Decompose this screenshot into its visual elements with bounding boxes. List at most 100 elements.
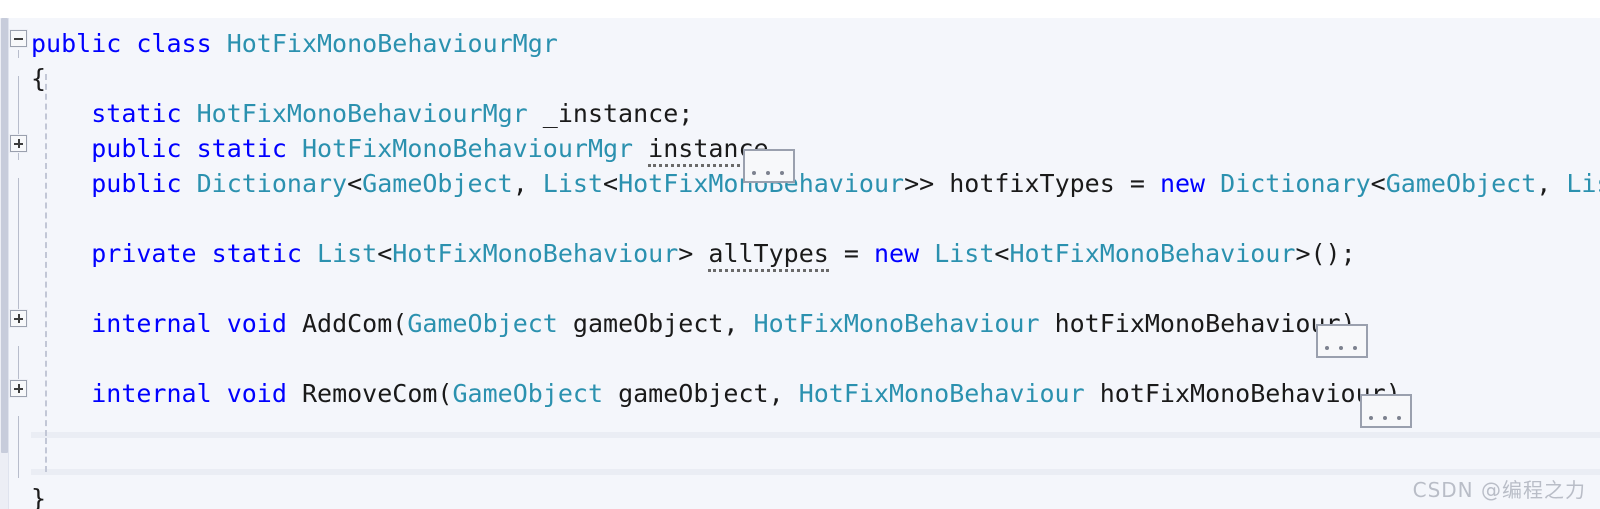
collapsed-region-instance[interactable] [743,149,795,183]
code-token: List [317,239,378,268]
code-token: > [678,239,709,268]
code-token: Lis [1566,169,1600,198]
code-token: >> hotfixTypes = [904,169,1160,198]
fold-connector-line [18,178,19,328]
vertical-scrollbar-track[interactable] [0,18,9,509]
plus-icon [18,139,20,148]
code-token: _instance; [527,99,694,128]
code-token: { [31,64,47,93]
code-token: < [603,169,619,198]
code-token: static [91,99,182,128]
code-token: GameObject [1385,169,1537,198]
code-line: } [31,481,46,509]
csdn-watermark: CSDN @编程之力 [1412,478,1586,502]
code-line: { [31,61,46,96]
code-line: private static List<HotFixMonoBehaviour>… [31,236,1356,272]
code-token: public [91,134,182,163]
code-token: GameObject [452,379,604,408]
code-line: static HotFixMonoBehaviourMgr _instance; [31,96,693,131]
code-token: void [226,309,287,338]
code-token: } [31,484,47,509]
code-token: internal [91,309,212,338]
code-token: HotFixMonoBehaviourMgr [301,134,634,163]
fold-connector-line [18,50,19,58]
code-token: public [31,29,122,58]
code-token: HotFixMonoBehaviour [392,239,679,268]
code-token: HotFixMonoBehaviour [798,379,1085,408]
code-token: < [1370,169,1386,198]
code-token: AddCom( [286,309,408,338]
code-token: HotFixMonoBehaviour [1009,239,1296,268]
code-text-area[interactable]: public class HotFixMonoBehaviourMgr { sta… [31,18,1600,509]
code-line: public class HotFixMonoBehaviourMgr [31,26,558,61]
fold-connector-line [18,416,19,478]
code-token: , [512,169,543,198]
code-token: gameObject, [603,379,799,408]
code-token: class [136,29,212,58]
indent-guide [45,438,47,472]
code-token: internal [91,379,212,408]
code-token: Dictionary [196,169,348,198]
fold-gutter[interactable] [9,18,31,509]
fold-marker-collapse-class[interactable] [10,30,27,47]
code-token: Dictionary [1220,169,1371,198]
code-token: HotFixMonoBehaviourMgr [226,29,558,58]
code-token: GameObject [407,309,558,338]
code-token: private [91,239,197,268]
code-token: < [377,239,393,268]
code-token: hotFixMonoBehaviour) [1039,309,1356,338]
code-token: public [91,169,182,198]
code-token: RemoveCom( [286,379,453,408]
code-token: static [211,239,302,268]
collapsed-region-removecom[interactable] [1360,394,1412,428]
fold-marker-expand-instance[interactable] [10,135,27,152]
code-token: , [1536,169,1567,198]
code-line: public static HotFixMonoBehaviourMgr ins… [31,131,769,167]
fold-marker-expand-removecom[interactable] [10,380,27,397]
ellipsis-dot-icon [780,171,784,175]
code-token: gameObject, [557,309,754,338]
code-token: < [347,169,363,198]
fold-marker-expand-addcom[interactable] [10,310,27,327]
code-token: new [873,239,920,268]
ellipsis-dot-icon [1383,416,1387,420]
code-token: static [196,134,287,163]
window-top-strip [0,0,1600,18]
code-token: GameObject [362,169,513,198]
ellipsis-dot-icon [1325,346,1329,350]
code-editor-surface[interactable]: public class HotFixMonoBehaviourMgr { sta… [0,18,1600,509]
code-token: List [542,169,604,198]
ellipsis-dot-icon [1353,346,1357,350]
ellipsis-dot-icon [1339,346,1343,350]
code-token: < [994,239,1010,268]
collapsed-region-addcom[interactable] [1316,324,1368,358]
code-token: HotFixMonoBehaviourMgr [196,99,528,128]
code-token: new [1159,169,1206,198]
code-token: List [934,239,995,268]
ellipsis-dot-icon [752,171,756,175]
vertical-scrollbar-thumb[interactable] [1,18,8,453]
plus-icon [18,314,20,323]
ellipsis-dot-icon [1369,416,1373,420]
code-token: >(); [1295,239,1356,268]
code-line: internal void RemoveCom(GameObject gameO… [31,376,1401,411]
minus-icon [14,38,23,40]
ellipsis-dot-icon [766,171,770,175]
